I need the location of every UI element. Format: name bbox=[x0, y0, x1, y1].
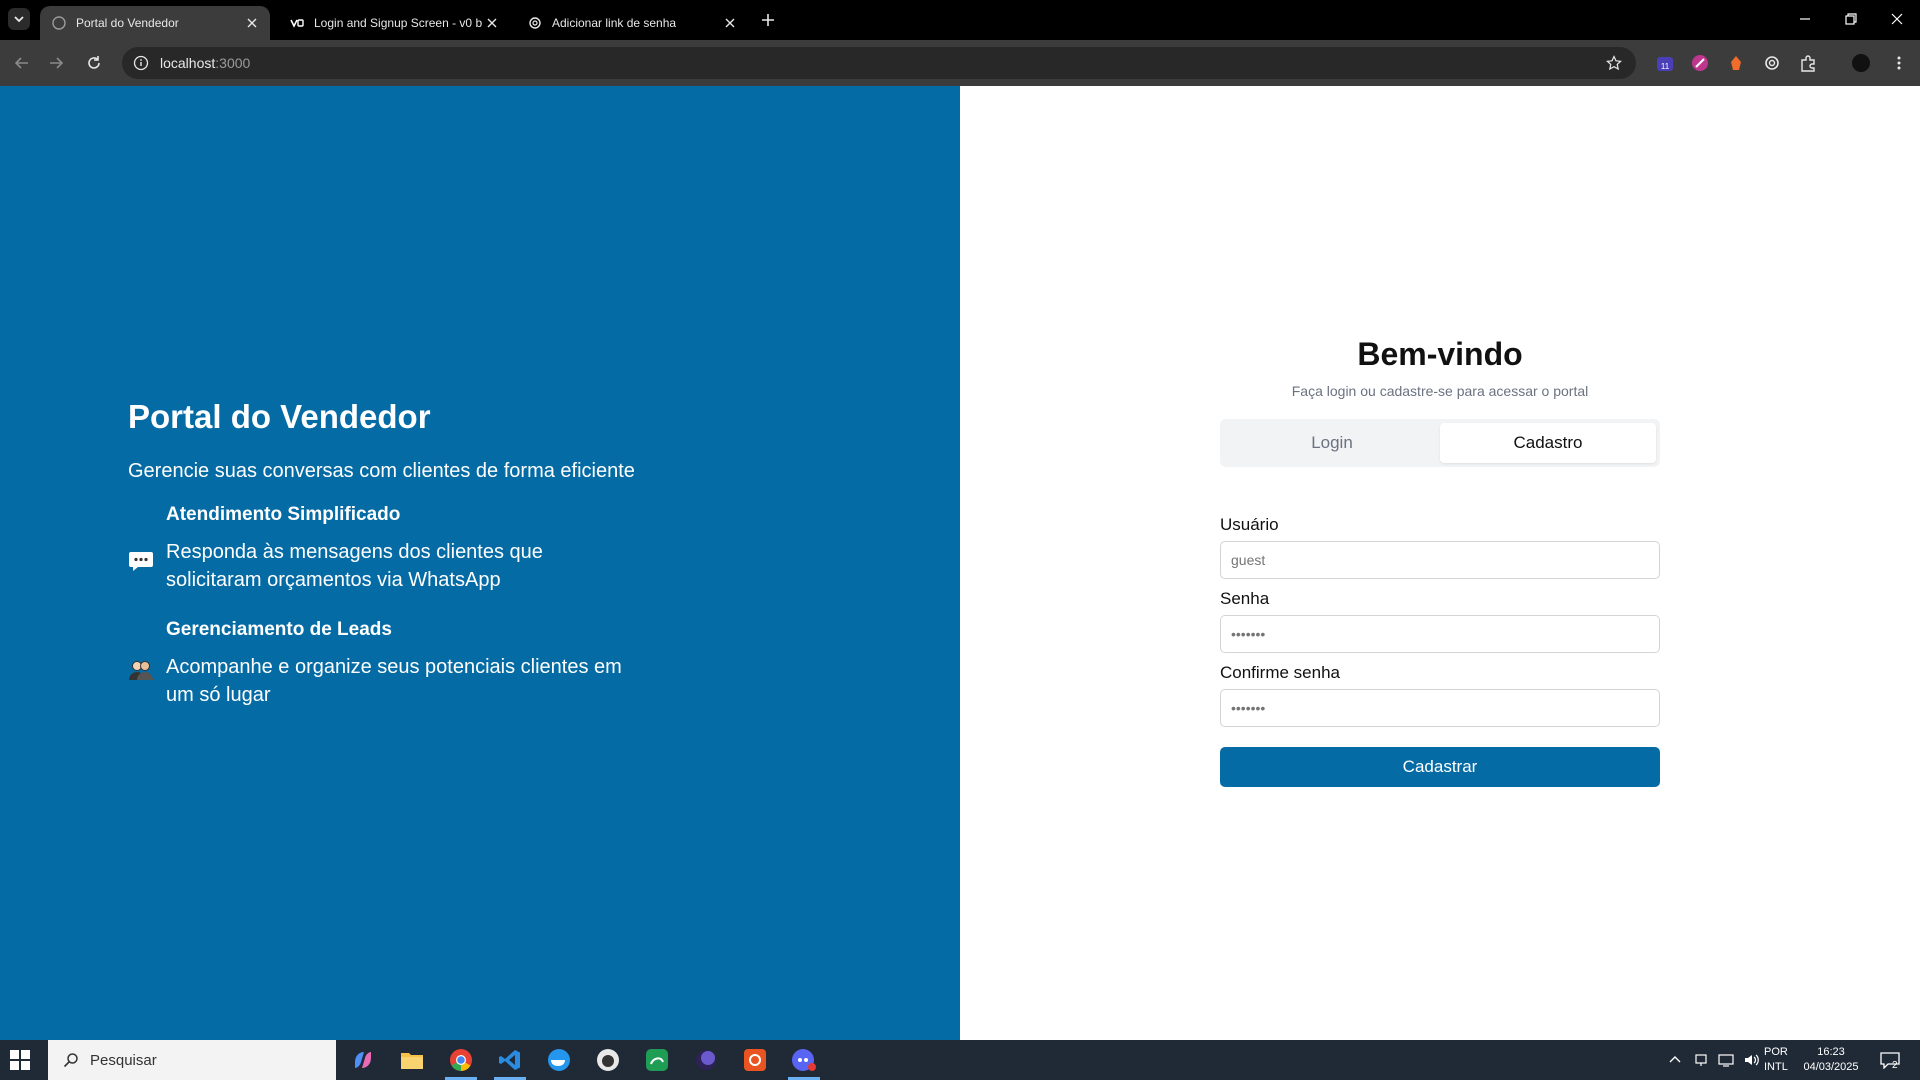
clock-time: 16:23 bbox=[1817, 1046, 1845, 1058]
feature-description: Responda às mensagens dos clientes que s… bbox=[166, 541, 543, 591]
feature-description: Acompanhe e organize seus potenciais cli… bbox=[166, 656, 622, 706]
url-text: localhost:3000 bbox=[160, 55, 251, 71]
chrome-app-icon[interactable] bbox=[441, 1044, 481, 1080]
chevron-down-icon bbox=[14, 16, 24, 23]
tab-login[interactable]: Login bbox=[1224, 423, 1440, 463]
ubuntu-app-icon[interactable] bbox=[735, 1044, 775, 1076]
globe-icon bbox=[52, 16, 66, 30]
confirm-password-label: Confirme senha bbox=[1220, 663, 1341, 682]
back-button[interactable] bbox=[10, 51, 34, 75]
taskbar-clock[interactable]: 16:23 04/03/2025 bbox=[1796, 1045, 1866, 1075]
profile-avatar[interactable] bbox=[1850, 52, 1872, 74]
system-tray bbox=[1668, 1040, 1760, 1080]
bookmark-star-icon[interactable] bbox=[1604, 53, 1624, 73]
menu-dots-icon[interactable] bbox=[1888, 52, 1910, 74]
forward-button[interactable] bbox=[44, 51, 68, 75]
signup-submit-button[interactable]: Cadastrar bbox=[1220, 747, 1660, 787]
auth-card: Bem-vindo Faça login ou cadastre-se para… bbox=[1220, 336, 1660, 787]
notification-center[interactable]: 2 bbox=[1880, 1040, 1900, 1080]
copilot-app-icon[interactable] bbox=[343, 1044, 383, 1076]
input-language[interactable]: POR INTL bbox=[1764, 1045, 1788, 1075]
extension-openai-icon[interactable] bbox=[1761, 52, 1783, 74]
close-icon bbox=[1891, 13, 1903, 25]
feature-leads: Gerenciamento de Leads Acompanhe e organ… bbox=[128, 619, 688, 706]
confirm-password-input[interactable] bbox=[1220, 689, 1660, 727]
meet-icon[interactable] bbox=[1694, 1053, 1708, 1067]
browser-tab-password[interactable]: Adicionar link de senha bbox=[516, 6, 748, 40]
tab-search-button[interactable] bbox=[8, 8, 30, 30]
discord-app-icon[interactable] bbox=[784, 1044, 824, 1080]
close-tab-icon[interactable] bbox=[244, 15, 260, 31]
site-info-icon[interactable] bbox=[130, 52, 152, 74]
v0-logo-icon bbox=[290, 16, 304, 30]
welcome-subtitle: Faça login ou cadastre-se para acessar o… bbox=[1291, 383, 1589, 399]
reload-icon bbox=[88, 56, 100, 69]
tab-title: Adicionar link de senha bbox=[552, 16, 677, 30]
eclipse-app-icon[interactable] bbox=[686, 1044, 726, 1076]
extensions-puzzle-icon[interactable] bbox=[1797, 52, 1819, 74]
users-icon bbox=[129, 661, 153, 680]
windows-start-icon[interactable] bbox=[10, 1050, 30, 1070]
username-input[interactable] bbox=[1220, 541, 1660, 579]
volume-icon[interactable] bbox=[1744, 1053, 1760, 1067]
restore-icon bbox=[1845, 13, 1857, 25]
minimize-button[interactable] bbox=[1790, 8, 1820, 30]
network-icon[interactable] bbox=[1718, 1053, 1734, 1067]
search-icon bbox=[62, 1051, 80, 1069]
address-bar[interactable]: localhost:3000 bbox=[122, 47, 1636, 79]
docker-app-icon[interactable] bbox=[539, 1044, 579, 1076]
plus-icon bbox=[762, 14, 774, 26]
chat-icon bbox=[129, 552, 153, 571]
auth-panel: Bem-vindo Faça login ou cadastre-se para… bbox=[960, 86, 1920, 1040]
windows-taskbar: Pesquisar POR INTL 16:23 04/03/2025 2 bbox=[0, 1040, 1920, 1080]
password-input[interactable] bbox=[1220, 615, 1660, 653]
username-label: Usuário bbox=[1220, 515, 1279, 534]
github-desktop-icon[interactable] bbox=[588, 1044, 628, 1076]
browser-tab-bar: Portal do Vendedor Login and Signup Scre… bbox=[0, 0, 1920, 40]
auth-tabs: Login Cadastro bbox=[1220, 419, 1660, 467]
extension-calendar-icon[interactable]: 11 bbox=[1654, 52, 1676, 74]
reload-button[interactable] bbox=[82, 51, 106, 75]
hero-panel: Portal do Vendedor Gerencie suas convers… bbox=[0, 86, 960, 1040]
tab-title: Login and Signup Screen - v0 b bbox=[314, 16, 483, 30]
extension-pink-icon[interactable] bbox=[1689, 52, 1711, 74]
welcome-title: Bem-vindo bbox=[1357, 336, 1523, 372]
close-window-button[interactable] bbox=[1882, 8, 1912, 30]
extension-orange-icon[interactable] bbox=[1725, 52, 1747, 74]
openai-logo-icon bbox=[528, 16, 542, 30]
feature-attendance: Atendimento Simplificado Responda às men… bbox=[128, 504, 688, 591]
arrow-left-icon bbox=[14, 57, 28, 69]
password-label: Senha bbox=[1220, 589, 1270, 608]
svg-text:11: 11 bbox=[1661, 62, 1670, 71]
browser-toolbar: localhost:3000 11 bbox=[0, 40, 1920, 86]
feature-title: Gerenciamento de Leads bbox=[166, 619, 392, 640]
hero-title: Portal do Vendedor bbox=[128, 398, 431, 435]
minimize-icon bbox=[1800, 18, 1810, 20]
search-placeholder: Pesquisar bbox=[90, 1051, 157, 1069]
new-tab-button[interactable] bbox=[758, 10, 778, 30]
tab-signup[interactable]: Cadastro bbox=[1440, 423, 1656, 463]
file-explorer-icon[interactable] bbox=[392, 1044, 432, 1076]
vscode-app-icon[interactable] bbox=[490, 1044, 530, 1080]
notification-count: 2 bbox=[1892, 1059, 1898, 1071]
tab-title: Portal do Vendedor bbox=[76, 16, 179, 30]
green-app-icon[interactable] bbox=[637, 1044, 677, 1076]
restore-button[interactable] bbox=[1836, 8, 1866, 30]
signup-form: Usuário Senha Confirme senha Cadastrar bbox=[1220, 515, 1660, 787]
taskbar-search[interactable]: Pesquisar bbox=[48, 1040, 336, 1080]
close-tab-icon[interactable] bbox=[722, 15, 738, 31]
chevron-up-icon[interactable] bbox=[1668, 1053, 1682, 1067]
feature-title: Atendimento Simplificado bbox=[166, 504, 401, 525]
hero-subtitle: Gerencie suas conversas com clientes de … bbox=[128, 460, 635, 482]
browser-tab-portal[interactable]: Portal do Vendedor bbox=[40, 6, 270, 40]
close-tab-icon[interactable] bbox=[484, 15, 500, 31]
browser-tab-v0[interactable]: Login and Signup Screen - v0 b bbox=[278, 6, 510, 40]
page-viewport: Portal do Vendedor Gerencie suas convers… bbox=[0, 86, 1920, 1040]
arrow-right-icon bbox=[50, 57, 64, 69]
clock-date: 04/03/2025 bbox=[1803, 1061, 1859, 1073]
